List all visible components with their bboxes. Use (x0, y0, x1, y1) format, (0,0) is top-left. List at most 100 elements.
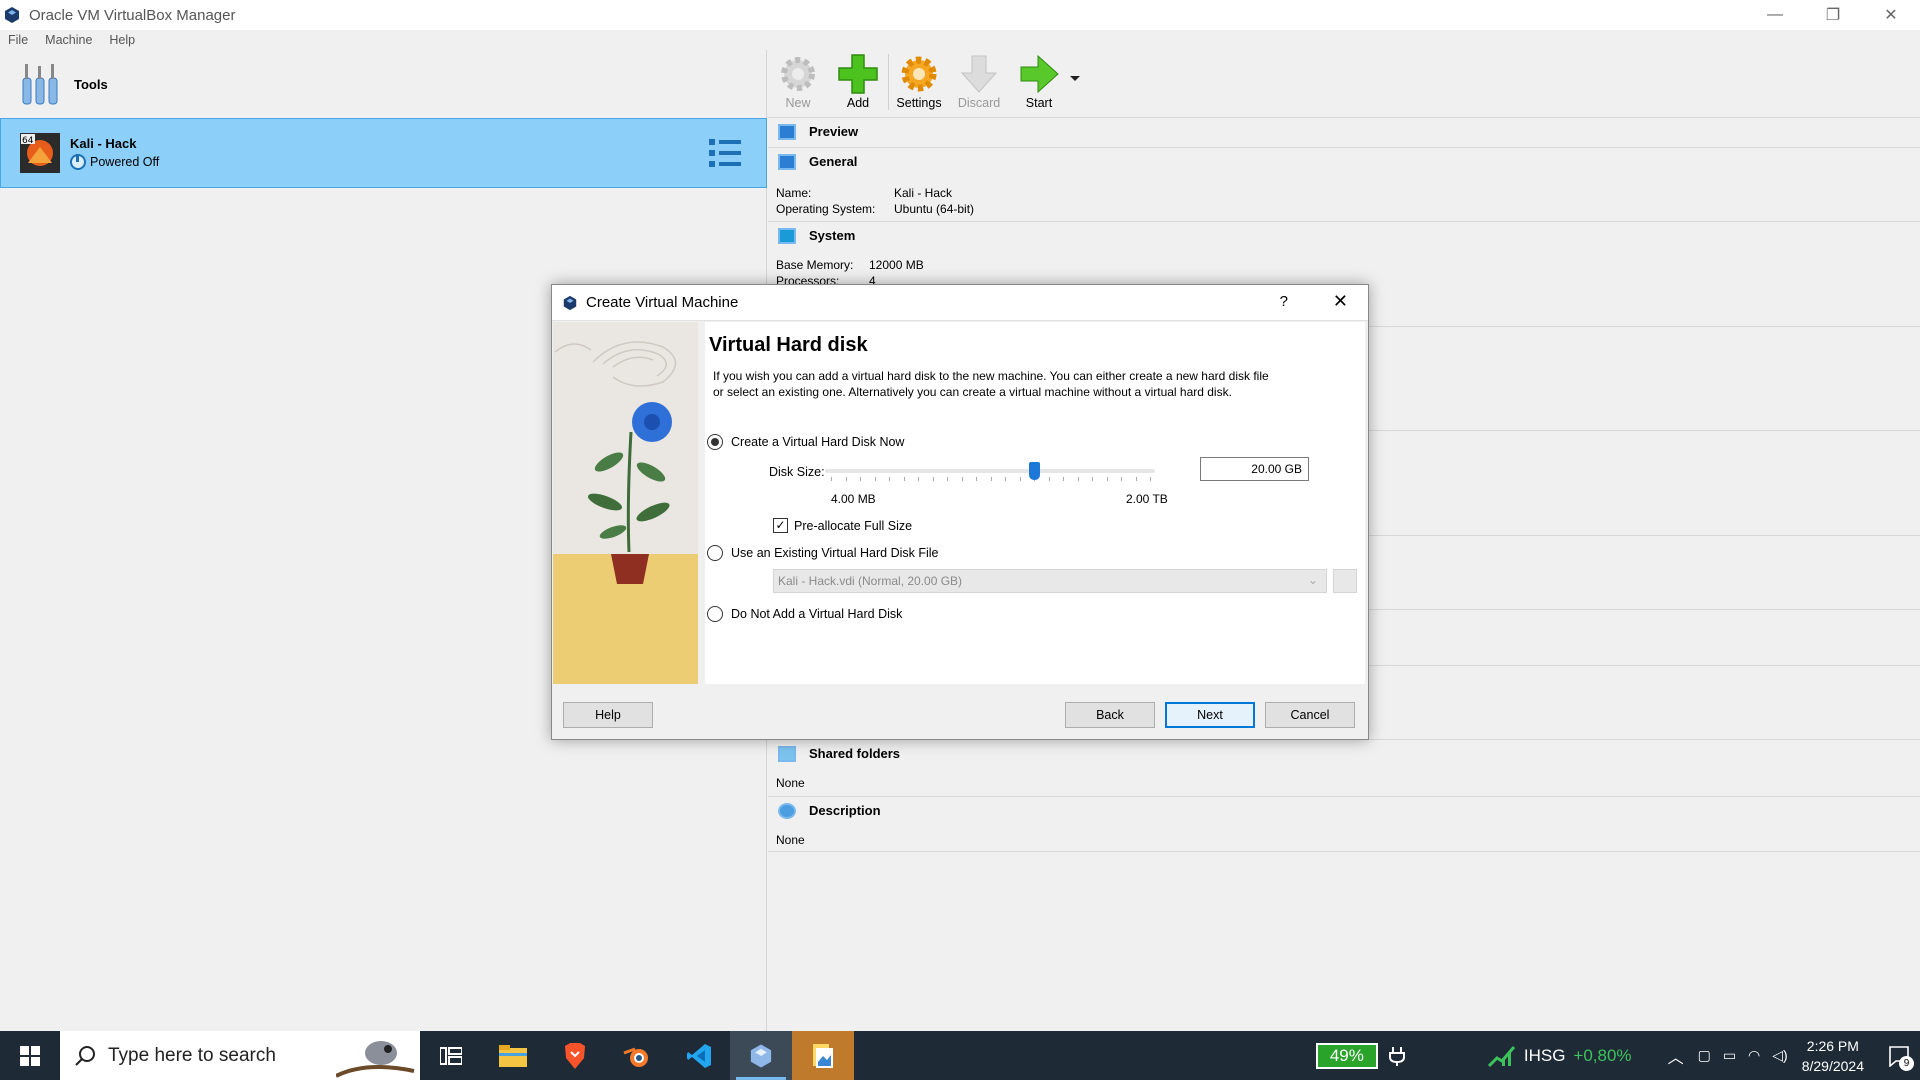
wifi-icon[interactable]: ◠ (1748, 1047, 1760, 1064)
plant-illustration (553, 341, 698, 684)
slider-tick (1048, 477, 1050, 481)
slider-tick (918, 477, 919, 481)
virtualbox-taskbar-icon[interactable] (730, 1031, 792, 1080)
add-plus-icon (838, 54, 878, 94)
tools-item[interactable]: Tools (0, 50, 766, 118)
slider-tick (1063, 477, 1064, 481)
slider-tick (1077, 477, 1079, 481)
main-toolbar: New Add Settings Discard Start (768, 50, 1920, 117)
slider-tick (889, 477, 890, 481)
cancel-button[interactable]: Cancel (1265, 702, 1355, 728)
existing-disk-radio[interactable] (707, 545, 723, 561)
description-icon (778, 802, 796, 819)
vm-list-item[interactable]: 64 Kali - Hack Powered Off (0, 118, 767, 188)
discard-button[interactable]: Discard (949, 50, 1009, 110)
no-disk-option[interactable]: Do Not Add a Virtual Hard Disk (707, 606, 902, 622)
disk-size-slider[interactable] (825, 460, 1155, 484)
virtualbox-icon (5, 7, 19, 23)
shared-folders-section-header[interactable]: Shared folders (768, 739, 1920, 767)
existing-disk-option[interactable]: Use an Existing Virtual Hard Disk File (707, 545, 938, 561)
start-dropdown-chevron-down-icon[interactable] (1069, 50, 1081, 90)
slider-min-label: 4.00 MB (831, 492, 876, 506)
menu-file[interactable]: File (8, 33, 28, 47)
start-windows-icon[interactable] (0, 1031, 60, 1080)
clock-date: 8/29/2024 (1801, 1057, 1864, 1074)
shared-folders-value: None (776, 776, 805, 790)
restore-button[interactable]: ❐ (1804, 0, 1862, 30)
preview-section-header[interactable]: Preview (768, 117, 1920, 145)
ticker-name[interactable]: IHSG (1524, 1046, 1566, 1066)
vscode-icon[interactable] (668, 1031, 730, 1080)
page-title: Virtual Hard disk (709, 334, 868, 356)
slider-tick (976, 477, 977, 481)
volume-icon[interactable]: ◁) (1772, 1047, 1787, 1064)
os-key: Operating System: (776, 202, 876, 216)
system-section-header[interactable]: System (768, 221, 1920, 249)
general-section-header[interactable]: General (768, 147, 1920, 175)
task-view-icon[interactable] (420, 1031, 482, 1080)
stock-chart-icon (1487, 1045, 1515, 1067)
taskbar: Type here to search 49% IHSG +0,80% ︿ ▢ … (0, 1031, 1920, 1080)
slider-tick (961, 477, 963, 481)
next-button[interactable]: Next (1165, 702, 1255, 728)
new-button[interactable]: New (768, 50, 828, 110)
back-button[interactable]: Back (1065, 702, 1155, 728)
battery-indicator[interactable]: 49% (1315, 1042, 1378, 1069)
page-description: If you wish you can add a virtual hard d… (713, 369, 1269, 399)
choose-disk-folder-icon[interactable] (1333, 569, 1357, 593)
menu-machine[interactable]: Machine (45, 33, 92, 47)
description-section-header[interactable]: Description (768, 796, 1920, 824)
general-icon (778, 153, 796, 170)
preallocate-option[interactable]: ✓ Pre-allocate Full Size (773, 518, 912, 533)
general-section-body: Name: Kali - Hack Operating System: Ubuntu… (776, 185, 974, 217)
file-explorer-icon[interactable] (482, 1031, 544, 1080)
minimize-button[interactable]: — (1746, 0, 1804, 30)
memory-value: 12000 MB (869, 258, 924, 272)
os-value: Ubuntu (64-bit) (894, 202, 975, 216)
menu-help[interactable]: Help (109, 33, 135, 47)
search-placeholder: Type here to search (108, 1044, 276, 1066)
chevron-up-icon[interactable]: ︿ (1668, 1044, 1684, 1068)
slider-max-label: 2.00 TB (1126, 492, 1168, 506)
slider-tick (932, 477, 934, 481)
close-button[interactable]: ✕ (1862, 0, 1920, 30)
name-key: Name: (776, 186, 812, 200)
search-highlight-bird-icon (336, 1041, 415, 1078)
brave-browser-icon[interactable] (544, 1031, 606, 1080)
window-title: Oracle VM VirtualBox Manager (29, 6, 236, 24)
chevron-down-icon: ⌄ (1307, 573, 1318, 587)
disk-size-input[interactable]: 20.00 GB (1200, 457, 1309, 481)
create-vm-dialog: Create Virtual Machine ? ✕ Virtual Hard … (551, 284, 1369, 740)
slider-thumb[interactable] (1029, 462, 1040, 480)
no-disk-radio[interactable] (707, 606, 723, 622)
clock[interactable]: 2:26 PM 8/29/2024 (1802, 1036, 1864, 1076)
dialog-help-icon[interactable]: ? (1280, 293, 1288, 310)
help-button[interactable]: Help (563, 702, 653, 728)
file-manager-icon[interactable] (792, 1031, 854, 1080)
wizard-illustration (553, 322, 698, 684)
slider-tick (1092, 477, 1093, 481)
menu-bar: File Machine Help (0, 30, 1920, 50)
blender-icon[interactable] (606, 1031, 668, 1080)
vm-state: Powered Off (90, 155, 160, 169)
preview-icon (778, 123, 796, 140)
battery-icon[interactable]: ▭ (1723, 1047, 1736, 1064)
add-button[interactable]: Add (828, 50, 888, 110)
dialog-close-icon[interactable]: ✕ (1333, 291, 1348, 312)
meet-now-icon[interactable]: ▢ (1698, 1047, 1711, 1064)
wizard-page: Virtual Hard disk If you wish you can ad… (705, 322, 1365, 684)
start-arrow-icon (1020, 54, 1059, 94)
section-divider (768, 851, 1920, 852)
vm-details-menu-icon[interactable] (708, 137, 742, 169)
slider-tick (1106, 477, 1108, 481)
preallocate-checkbox[interactable]: ✓ (773, 518, 788, 533)
start-button[interactable]: Start (1009, 50, 1069, 110)
create-disk-option[interactable]: Create a Virtual Hard Disk Now (707, 434, 904, 450)
taskbar-search-input[interactable]: Type here to search (60, 1031, 420, 1080)
notification-center-icon[interactable]: 9 (1878, 1031, 1920, 1080)
settings-button[interactable]: Settings (889, 50, 949, 110)
ticker-change[interactable]: +0,80% (1573, 1046, 1631, 1066)
create-disk-radio[interactable] (707, 434, 723, 450)
existing-disk-select[interactable]: Kali - Hack.vdi (Normal, 20.00 GB) ⌄ (773, 569, 1327, 593)
memory-key: Base Memory: (776, 258, 854, 272)
